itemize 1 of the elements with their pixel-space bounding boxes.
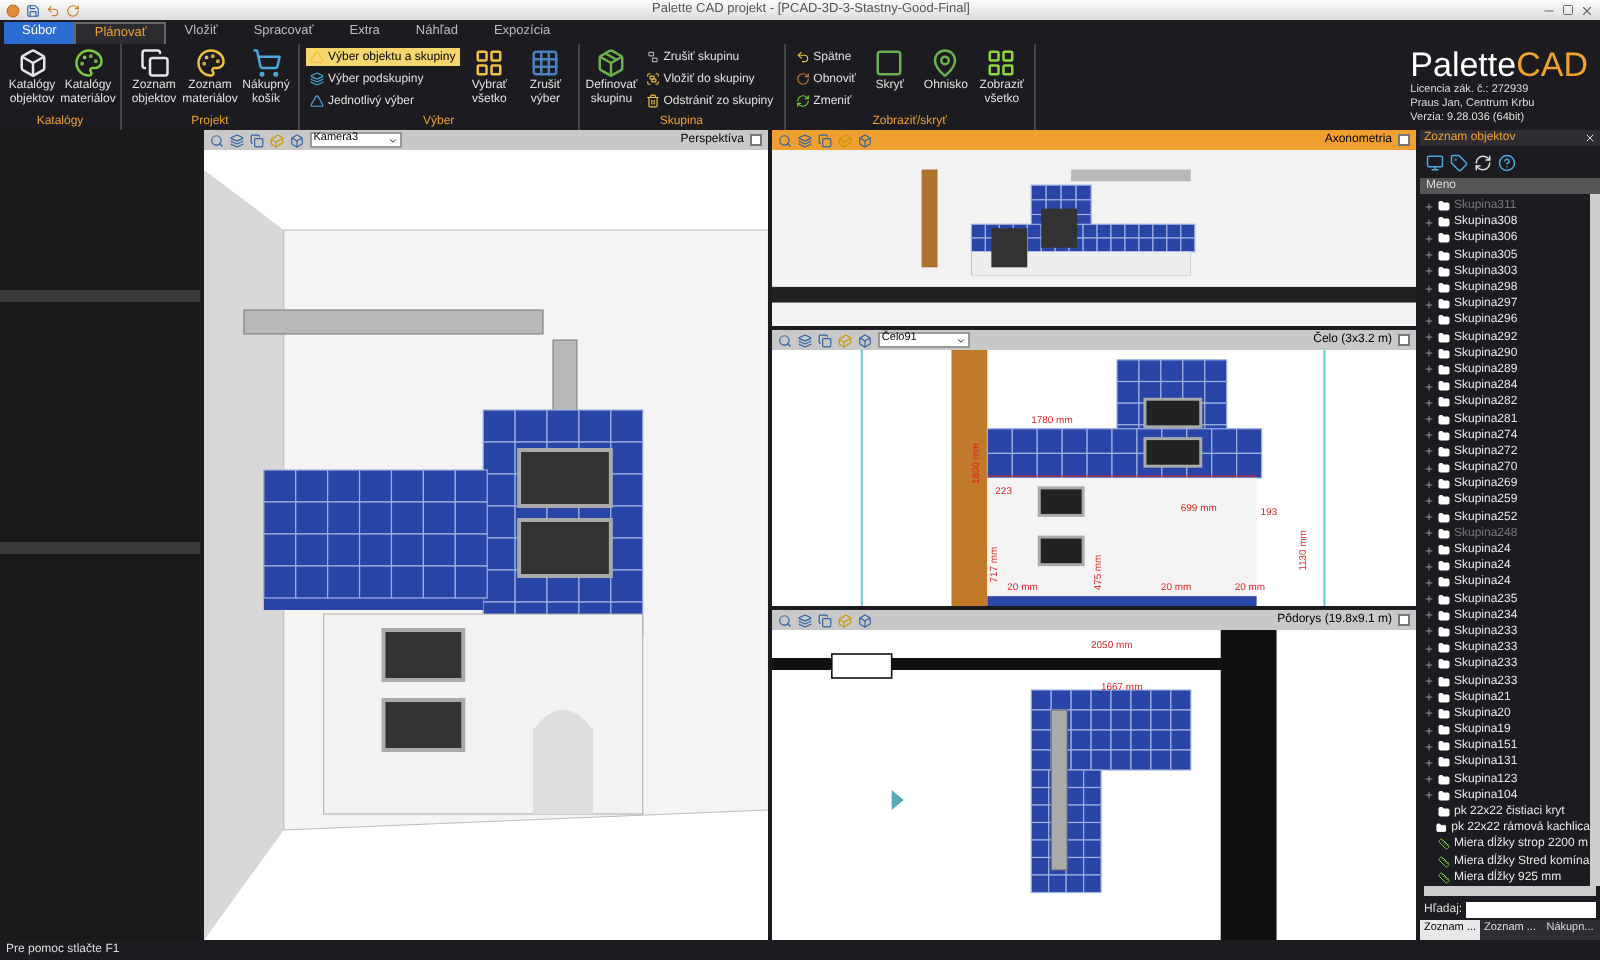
palettecad-logo: PaletteCAD: [1410, 48, 1588, 84]
